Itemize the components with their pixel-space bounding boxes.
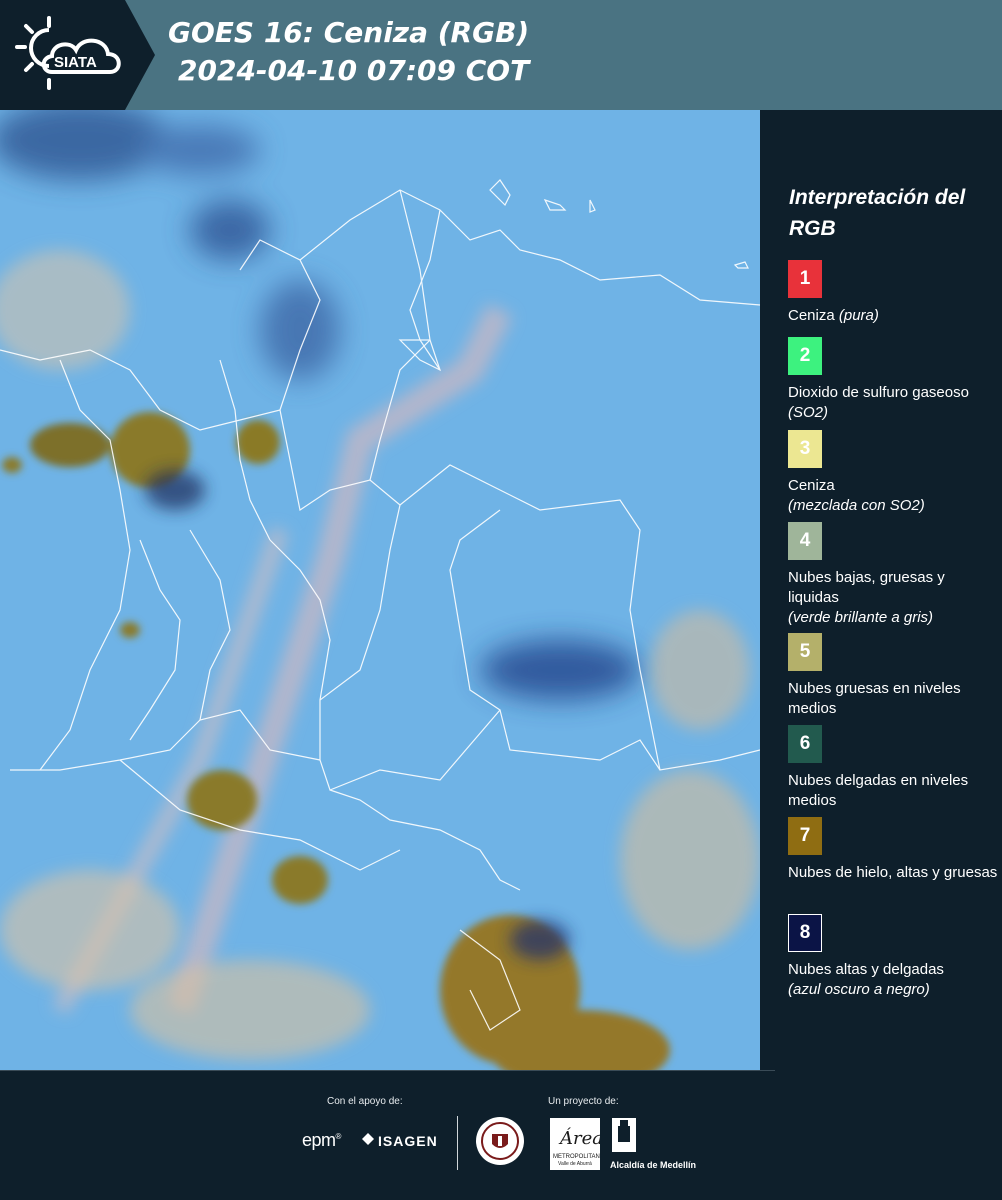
legend-swatch-5: 5	[788, 633, 822, 671]
legend-label-8: Nubes altas y delgadas	[788, 961, 944, 978]
legend-label-7: Nubes de hielo, altas y gruesas	[788, 864, 998, 881]
legend-text-8: Nubes altas y delgadas (azul oscuro a ne…	[788, 960, 998, 1000]
header: SIATA GOES 16: Ceniza (RGB) 2024-04-10 0…	[0, 0, 1002, 110]
legend-text-3: Ceniza (mezclada con SO2)	[788, 476, 998, 516]
legend-swatch-6: 6	[788, 725, 822, 763]
legend-text-1: Ceniza (pura)	[788, 306, 998, 326]
legend-desc-3: (mezclada con SO2)	[788, 497, 925, 514]
svg-text:Área: Área	[558, 1126, 600, 1149]
legend-label-6: Nubes delgadas en niveles medios	[788, 772, 969, 809]
antioquia-seal-icon	[476, 1117, 524, 1165]
legend-item-6: 6 Nubes delgadas en niveles medios	[788, 725, 998, 811]
legend-swatch-4: 4	[788, 522, 822, 560]
support-label: Con el apoyo de:	[327, 1096, 403, 1107]
legend-swatch-7: 7	[788, 817, 822, 855]
legend-desc-2: (SO2)	[788, 404, 829, 421]
legend-label-4: Nubes bajas, gruesas y liquidas	[788, 569, 945, 606]
project-label: Un proyecto de:	[548, 1096, 619, 1107]
legend-swatch-8: 8	[788, 914, 822, 952]
satellite-image	[0, 110, 760, 1070]
epm-logo-text: epm	[302, 1130, 336, 1150]
legend-item-1: 1 Ceniza (pura)	[788, 260, 998, 326]
legend-label-5: Nubes gruesas en niveles medios	[788, 680, 961, 717]
siata-logo-text: SIATA	[54, 54, 97, 71]
legend-title: Interpretación del RGB	[789, 186, 966, 240]
legend-item-3: 3 Ceniza (mezclada con SO2)	[788, 430, 998, 516]
title-line-2: 2024-04-10 07:09 COT	[178, 54, 530, 87]
legend-item-4: 4 Nubes bajas, gruesas y liquidas (verde…	[788, 522, 998, 628]
legend-desc-8: (azul oscuro a negro)	[788, 981, 930, 998]
rgb-legend: Interpretación del RGB 1 Ceniza (pura) 2…	[760, 110, 1002, 1070]
epm-logo: epm®	[302, 1130, 341, 1151]
title-line-1: GOES 16: Ceniza (RGB)	[168, 16, 530, 49]
isagen-logo: ISAGEN	[378, 1133, 438, 1149]
isagen-mark-icon	[362, 1133, 374, 1145]
legend-swatch-2: 2	[788, 337, 822, 375]
legend-item-2: 2 Dioxido de sulfuro gaseoso (SO2)	[788, 337, 998, 423]
legend-text-5: Nubes gruesas en niveles medios	[788, 679, 998, 719]
legend-desc-4: (verde brillante a gris)	[788, 609, 934, 626]
legend-text-2: Dioxido de sulfuro gaseoso (SO2)	[788, 383, 998, 423]
legend-label-1: Ceniza	[788, 307, 835, 324]
legend-label-2: Dioxido de sulfuro gaseoso	[788, 384, 969, 401]
medellin-coat-of-arms-icon	[612, 1118, 636, 1152]
siata-logo-block: SIATA	[0, 0, 155, 110]
legend-desc-1: (pura)	[838, 307, 879, 324]
siata-logo-icon: SIATA	[15, 16, 121, 90]
footer-divider	[457, 1116, 458, 1170]
legend-text-6: Nubes delgadas en niveles medios	[788, 771, 998, 811]
legend-swatch-1: 1	[788, 260, 822, 298]
legend-text-4: Nubes bajas, gruesas y liquidas (verde b…	[788, 568, 998, 628]
legend-label-3: Ceniza	[788, 477, 835, 494]
footer-separator	[0, 1070, 775, 1071]
legend-item-7: 7 Nubes de hielo, altas y gruesas	[788, 817, 998, 883]
satellite-map	[0, 110, 760, 1070]
legend-text-7: Nubes de hielo, altas y gruesas	[788, 863, 998, 883]
svg-text:Valle de Aburrá: Valle de Aburrá	[558, 1161, 592, 1167]
footer: Con el apoyo de: Un proyecto de: epm® IS…	[0, 1070, 1002, 1200]
alcaldia-medellin-label: Alcaldía de Medellín	[610, 1160, 697, 1170]
svg-text:METROPOLITANA: METROPOLITANA	[553, 1154, 600, 1160]
epm-registered-mark: ®	[335, 1132, 342, 1141]
page-title: GOES 16: Ceniza (RGB) 2024-04-10 07:09 C…	[168, 14, 529, 90]
area-metropolitana-logo-icon: Área METROPOLITANA Valle de Aburrá	[550, 1118, 600, 1170]
legend-swatch-3: 3	[788, 430, 822, 468]
legend-item-5: 5 Nubes gruesas en niveles medios	[788, 633, 998, 719]
legend-item-8: 8 Nubes altas y delgadas (azul oscuro a …	[788, 914, 998, 1000]
